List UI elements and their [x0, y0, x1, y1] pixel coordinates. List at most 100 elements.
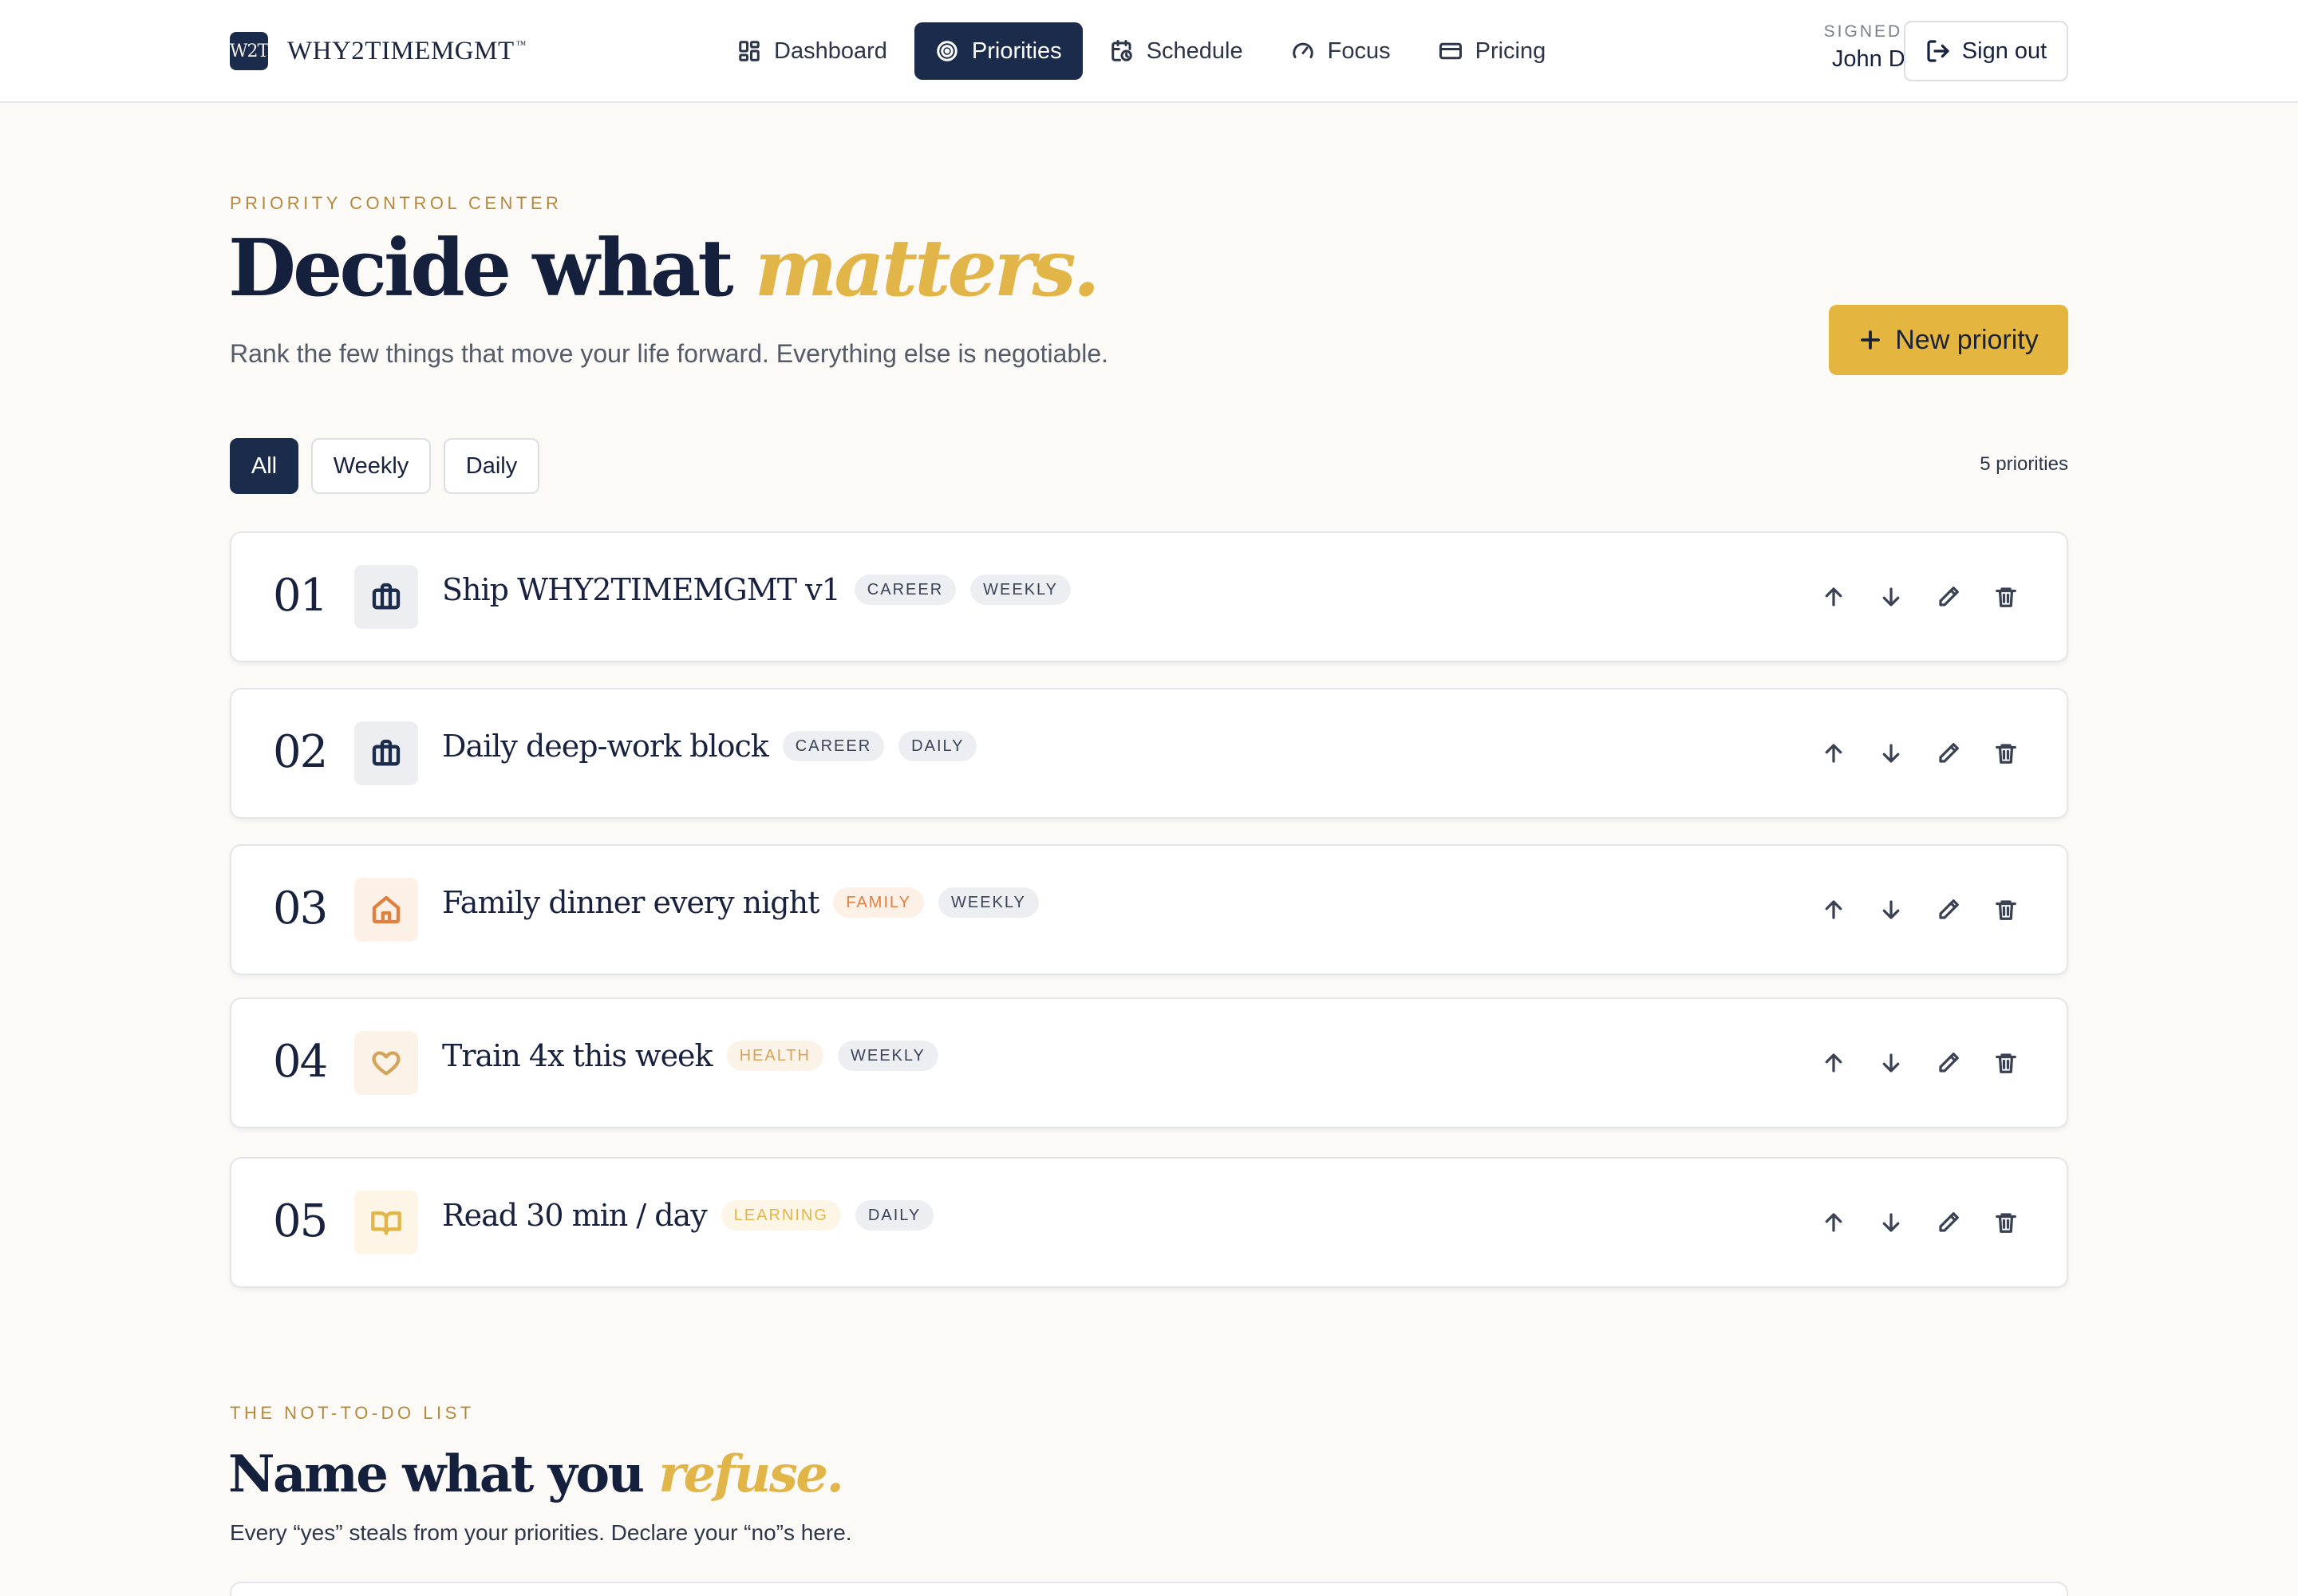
priority-main: Daily deep-work block CAREER DAILY — [442, 725, 977, 768]
priority-row[interactable]: 05 Read 30 min / day LEARNING DAILY — [230, 1157, 2068, 1288]
brand[interactable]: W2T WHY2TIMEMGMT ™ — [230, 32, 527, 70]
move-up-button[interactable] — [1818, 1039, 1850, 1087]
category-icon-box — [354, 878, 418, 942]
move-up-button[interactable] — [1818, 886, 1850, 934]
log-out-icon — [1927, 40, 1949, 62]
brand-trademark: ™ — [515, 38, 527, 50]
arrow-down-icon — [1882, 1053, 1900, 1073]
row-actions — [1792, 1199, 2022, 1246]
category-tag: CAREER — [854, 575, 957, 605]
hero-eyebrow: PRIORITY CONTROL CENTER — [230, 193, 563, 213]
nav-dashboard-label: Dashboard — [774, 38, 887, 64]
nav-schedule[interactable]: Schedule — [1089, 22, 1264, 80]
brand-logo: W2T — [230, 32, 269, 70]
nav-pricing[interactable]: Pricing — [1418, 22, 1567, 80]
priority-row[interactable]: 01 Ship WHY2TIMEMGMT v1 CAREER WEEKLY — [230, 531, 2068, 662]
filter-weekly[interactable]: Weekly — [311, 438, 431, 494]
nav-priorities[interactable]: Priorities — [914, 22, 1083, 80]
nav-priorities-label: Priorities — [971, 38, 1062, 64]
briefcase-icon — [372, 739, 401, 766]
new-priority-button[interactable]: New priority — [1829, 305, 2068, 375]
sign-out-button[interactable]: Sign out — [1904, 21, 2068, 81]
not-to-do-title: Name what you refuse. — [228, 1444, 844, 1504]
arrow-down-icon — [1882, 587, 1900, 606]
move-up-button[interactable] — [1818, 729, 1850, 777]
trash-icon — [1996, 1053, 2016, 1073]
priority-title: Ship WHY2TIMEMGMT v1 — [442, 572, 841, 607]
delete-button[interactable] — [1990, 1199, 2022, 1246]
page-title: Decide what matters. — [228, 227, 1100, 310]
nav-schedule-label: Schedule — [1146, 38, 1243, 64]
nav-focus[interactable]: Focus — [1270, 22, 1412, 80]
category-tag: FAMILY — [833, 887, 924, 918]
move-down-button[interactable] — [1875, 1039, 1907, 1087]
nav-pricing-label: Pricing — [1475, 38, 1546, 64]
row-actions — [1792, 886, 2022, 934]
category-tag: LEARNING — [721, 1200, 841, 1231]
cadence-filter: All Weekly Daily — [230, 438, 552, 494]
row-actions — [1792, 573, 2022, 621]
trash-icon — [1996, 900, 2016, 920]
edit-button[interactable] — [1933, 1039, 1964, 1087]
category-tag: CAREER — [782, 731, 885, 761]
move-up-button[interactable] — [1818, 573, 1850, 621]
brand-name-text: WHY2TIMEMGMT — [287, 36, 515, 65]
priority-main: Train 4x this week HEALTH WEEKLY — [442, 1034, 938, 1077]
priority-rank: 03 — [273, 883, 328, 934]
category-icon-box — [354, 1191, 418, 1254]
book-icon — [371, 1211, 401, 1235]
arrow-down-icon — [1882, 744, 1900, 763]
filter-all[interactable]: All — [230, 438, 298, 494]
not-to-do-eyebrow: THE NOT-TO-DO LIST — [230, 1403, 475, 1423]
move-down-button[interactable] — [1875, 1199, 1907, 1246]
not-to-do-card — [230, 1582, 2068, 1596]
nav-dashboard[interactable]: Dashboard — [717, 22, 908, 80]
arrow-down-icon — [1882, 900, 1900, 919]
trash-icon — [1996, 587, 2016, 607]
top-navigation-bar: W2T WHY2TIMEMGMT ™ Dashboard Priorities S… — [0, 0, 2298, 103]
priority-row[interactable]: 04 Train 4x this week HEALTH WEEKLY — [230, 998, 2068, 1128]
nav-focus-label: Focus — [1327, 38, 1391, 64]
arrow-up-icon — [1825, 744, 1842, 763]
delete-button[interactable] — [1990, 1039, 2022, 1087]
pencil-icon — [1939, 1212, 1959, 1232]
cadence-tag: WEEKLY — [938, 887, 1039, 918]
filter-daily[interactable]: Daily — [444, 438, 539, 494]
arrow-down-icon — [1882, 1213, 1900, 1232]
priority-count: 5 priorities — [1980, 453, 2068, 475]
gauge-icon — [1292, 42, 1313, 58]
delete-button[interactable] — [1990, 729, 2022, 777]
page-title-accent: matters. — [754, 223, 1100, 314]
priority-rank: 01 — [273, 570, 328, 622]
delete-button[interactable] — [1990, 573, 2022, 621]
edit-button[interactable] — [1933, 1199, 1964, 1246]
new-priority-label: New priority — [1895, 324, 2039, 355]
not-to-do-title-accent: refuse. — [658, 1444, 844, 1504]
delete-button[interactable] — [1990, 886, 2022, 934]
row-actions — [1792, 729, 2022, 777]
priority-title: Train 4x this week — [442, 1038, 713, 1073]
priority-rank: 05 — [273, 1195, 328, 1247]
arrow-up-icon — [1825, 1053, 1842, 1073]
edit-button[interactable] — [1933, 573, 1964, 621]
trash-icon — [1996, 744, 2016, 764]
edit-button[interactable] — [1933, 886, 1964, 934]
category-icon-box — [354, 1031, 418, 1095]
calendar-clock-icon — [1111, 40, 1132, 61]
cadence-tag: WEEKLY — [838, 1041, 938, 1071]
priority-main: Read 30 min / day LEARNING DAILY — [442, 1194, 934, 1237]
edit-button[interactable] — [1933, 729, 1964, 777]
priority-row[interactable]: 02 Daily deep-work block CAREER DAILY — [230, 688, 2068, 819]
move-down-button[interactable] — [1875, 729, 1907, 777]
move-down-button[interactable] — [1875, 886, 1907, 934]
not-to-do-subtitle: Every “yes” steals from your priorities.… — [230, 1520, 852, 1545]
sign-out-label: Sign out — [1961, 38, 2047, 64]
pencil-icon — [1939, 1053, 1959, 1073]
heart-icon — [372, 1051, 401, 1076]
priority-row[interactable]: 03 Family dinner every night FAMILY WEEK… — [230, 844, 2068, 975]
plus-icon — [1861, 330, 1881, 350]
cadence-tag: DAILY — [898, 731, 977, 761]
move-down-button[interactable] — [1875, 573, 1907, 621]
page-title-plain: Decide what — [228, 223, 755, 314]
move-up-button[interactable] — [1818, 1199, 1850, 1246]
